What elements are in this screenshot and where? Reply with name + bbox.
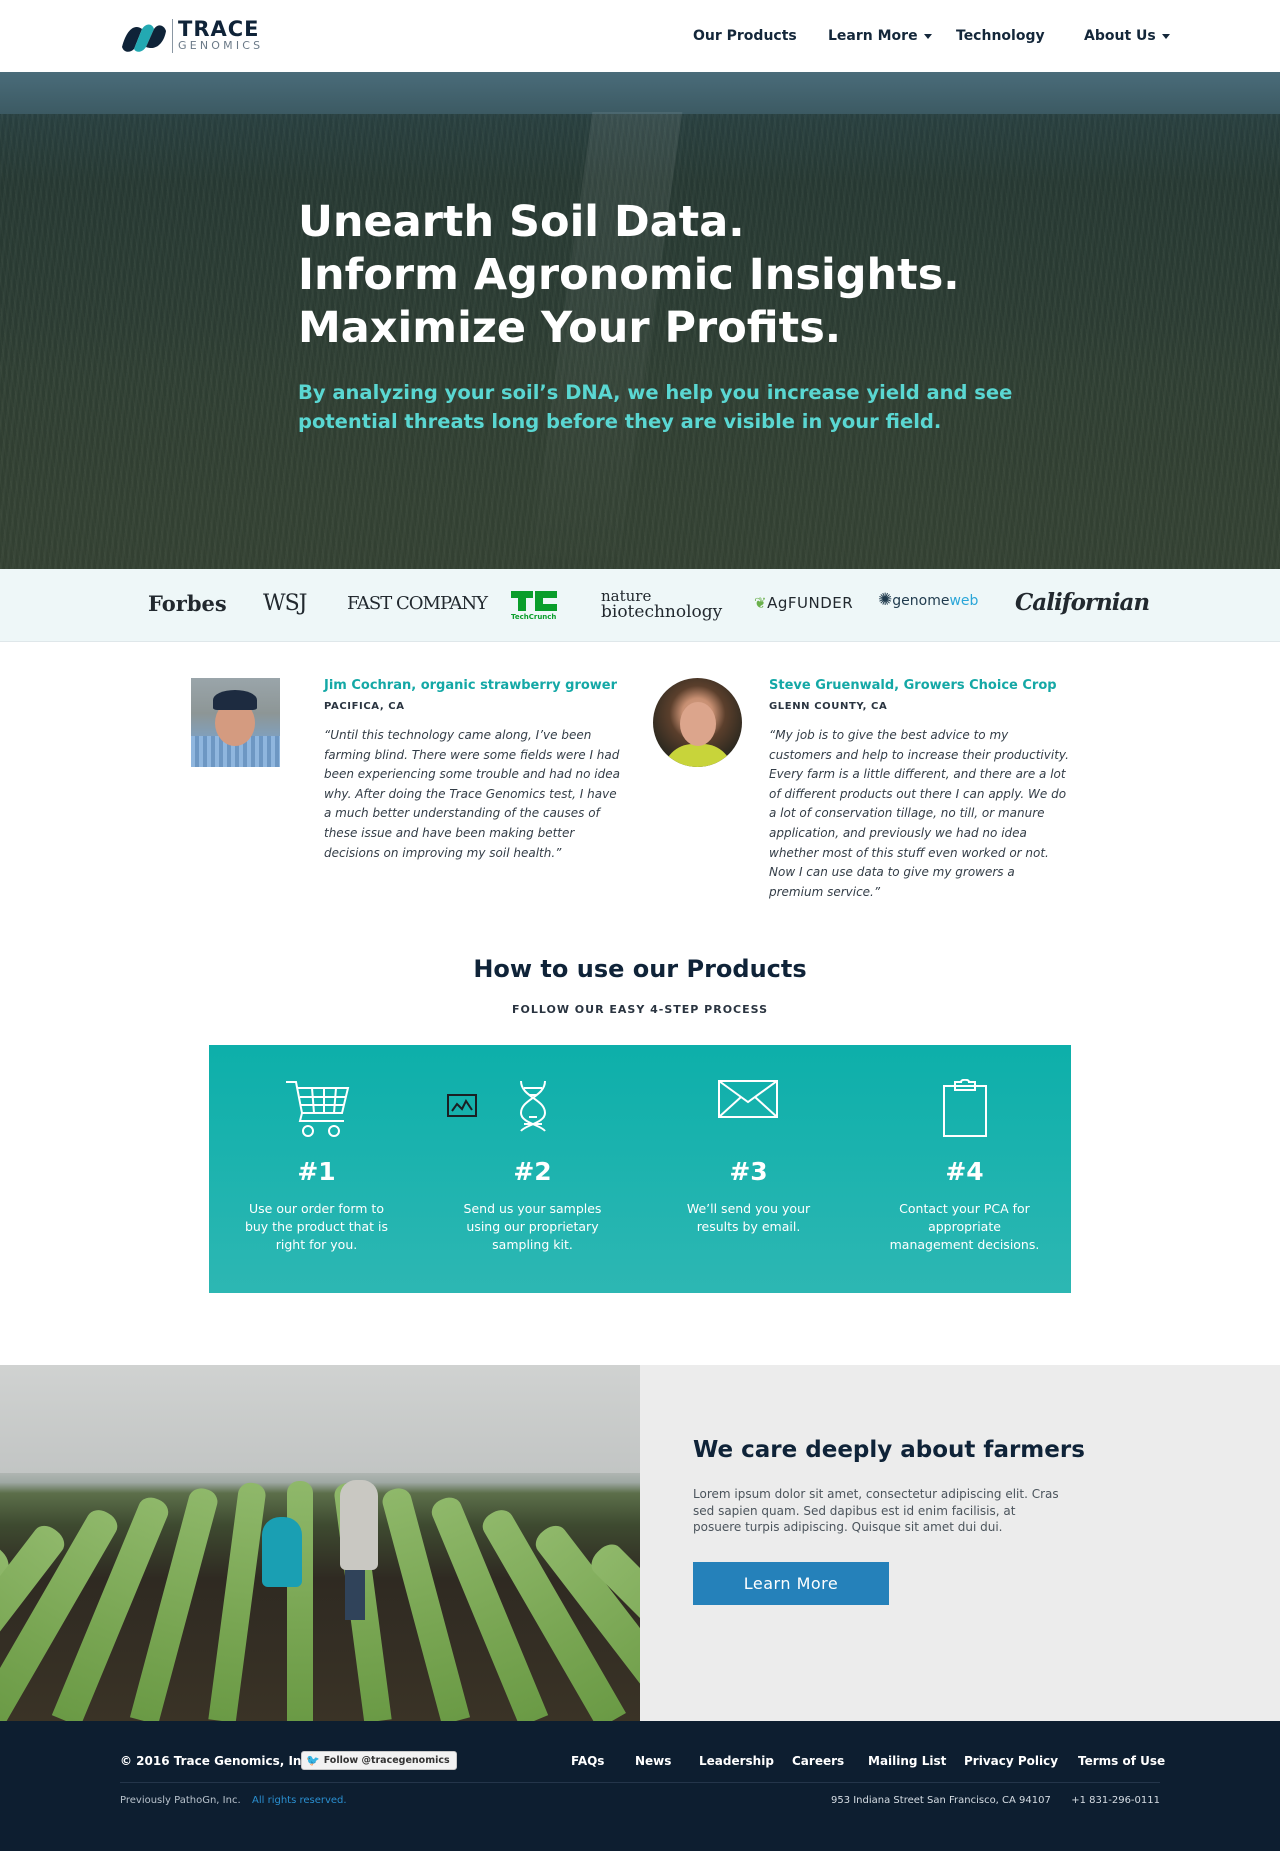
lettuce-row [208, 1481, 267, 1721]
footer-phone: +1 831-296-0111 [1071, 1795, 1160, 1806]
nav-label: Our Products [693, 28, 797, 44]
wsj-logo: WSJ [263, 591, 308, 616]
step-number: #3 [729, 1157, 768, 1186]
footer-link-mailing-list[interactable]: Mailing List [868, 1754, 946, 1768]
step-3: #3 We’ll send you your results by email. [641, 1045, 856, 1293]
nav-label: Learn More [828, 28, 918, 44]
hero-headline-line-1: Unearth Soil Data. [298, 197, 745, 247]
step-text: Use our order form to buy the product th… [244, 1201, 389, 1252]
genomeweb-word-2: web [949, 593, 979, 609]
hero-headline-line-2: Inform Agronomic Insights. [298, 250, 960, 300]
farmer-standing [340, 1480, 378, 1570]
hero-subheadline: By analyzing your soil’s DNA, we help yo… [298, 381, 1013, 433]
footer-link-news[interactable]: News [635, 1754, 671, 1768]
nav-our-products[interactable]: Our Products [693, 28, 797, 44]
footer-address: 953 Indiana Street San Francisco, CA 941… [830, 1795, 1051, 1806]
footer-previously: Previously PathoGn, Inc. [120, 1795, 241, 1806]
lettuce-row [287, 1481, 313, 1721]
farmer-kneeling [262, 1517, 302, 1587]
hero-headline: Unearth Soil Data. Inform Agronomic Insi… [298, 196, 1058, 355]
step-2: #2 Send us your samples using our propri… [425, 1045, 640, 1293]
avatar-jim-cochran [191, 678, 280, 767]
techcrunch-logo: TechCrunch [511, 591, 557, 621]
logo-wordmark: TRACE GENOMICS [172, 19, 263, 53]
twitter-follow-label: Follow @tracegenomics [323, 1755, 450, 1766]
step-number: #1 [297, 1157, 336, 1186]
logo-mark-icon [122, 24, 166, 52]
step-text: Send us your samples using our proprieta… [463, 1201, 602, 1252]
envelope-icon [718, 1080, 778, 1118]
hero-section: Unearth Soil Data. Inform Agronomic Insi… [0, 72, 1280, 569]
testimonial-quote: “Until this technology came along, I’ve … [324, 728, 620, 860]
testimonial-name: Steve Gruenwald, Growers Choice Crop [769, 678, 1057, 693]
hero-headline-line-3: Maximize Your Profits. [298, 303, 842, 353]
footer-link-privacy-policy[interactable]: Privacy Policy [964, 1754, 1058, 1768]
twitter-follow-button[interactable]: 🐦 Follow @tracegenomics [301, 1751, 457, 1770]
testimonial-location: PACIFICA, CA [324, 701, 405, 712]
step-1: #1 Use our order form to buy the product… [209, 1045, 424, 1293]
testimonial-name: Jim Cochran, organic strawberry grower [324, 678, 618, 693]
step-text: Contact your PCA for appropriate managem… [889, 1201, 1040, 1252]
steps-panel: #1 Use our order form to buy the product… [209, 1045, 1071, 1293]
footer-link-terms-of-use[interactable]: Terms of Use [1078, 1754, 1165, 1768]
biotechnology-word: biotechnology [601, 602, 723, 622]
step-text: We’ll send you your results by email. [686, 1201, 811, 1234]
trace-genomics-logo[interactable]: TRACE GENOMICS [120, 17, 263, 55]
footer-link-leadership[interactable]: Leadership [699, 1754, 774, 1768]
press-logos-bar: Forbes WSJ FAST COMPANY TechCrunch natur… [0, 569, 1280, 642]
nav-about-us[interactable]: About Us [1084, 28, 1170, 44]
sample-kit-icon [447, 1094, 477, 1117]
nav-label: About Us [1084, 28, 1156, 44]
agfunder-word: AgFUNDER [767, 594, 854, 612]
site-footer: © 2016 Trace Genomics, Inc. 🐦 Follow @tra… [0, 1721, 1280, 1851]
step-number: #4 [945, 1157, 984, 1186]
caret-down-icon [923, 34, 932, 39]
how-to-use-title: How to use our Products [473, 955, 807, 983]
burst-icon: ✺ [878, 590, 893, 610]
forbes-logo: Forbes [148, 591, 227, 616]
avatar-steve-gruenwald [653, 678, 742, 767]
genomeweb-logo: ✺genomeweb [878, 590, 978, 610]
footer-rights: All rights reserved. [252, 1795, 347, 1806]
farmers-photo [0, 1365, 640, 1721]
testimonial-location: GLENN COUNTY, CA [769, 701, 888, 712]
clipboard-icon [943, 1079, 987, 1137]
farmers-panel: We care deeply about farmers Lorem ipsum… [640, 1365, 1280, 1721]
step-number: #2 [513, 1157, 552, 1186]
farmers-title: We care deeply about farmers [693, 1437, 1085, 1463]
learn-more-button[interactable]: Learn More [693, 1562, 889, 1605]
how-to-use-subtitle: FOLLOW OUR EASY 4-STEP PROCESS [511, 1003, 768, 1016]
agfunder-logo: ❦AgFUNDER [754, 594, 853, 612]
footer-contact: 953 Indiana Street San Francisco, CA 941… [831, 1795, 1160, 1806]
cart-icon [286, 1081, 350, 1137]
leaf-icon: ❦ [754, 594, 768, 612]
footer-link-careers[interactable]: Careers [792, 1754, 844, 1768]
californian-logo: Californian [1015, 589, 1150, 616]
nav-label: Technology [956, 28, 1045, 44]
logo-word-genomics: GENOMICS [178, 39, 264, 52]
nature-biotechnology-logo: nature biotechnology [601, 588, 723, 622]
footer-link-faqs[interactable]: FAQs [571, 1754, 604, 1768]
footer-divider [120, 1782, 1160, 1783]
site-header: TRACE GENOMICS Our Products Learn More T… [0, 0, 1280, 72]
testimonial-quote: “My job is to give the best advice to my… [769, 728, 1069, 899]
footer-copyright: © 2016 Trace Genomics, Inc. [120, 1754, 314, 1768]
photo-sky [0, 1365, 640, 1473]
step-4: #4 Contact your PCA for appropriate mana… [857, 1045, 1072, 1293]
fast-company-logo: FAST COMPANY [347, 593, 488, 614]
nav-technology[interactable]: Technology [956, 28, 1045, 44]
hero-sky [0, 72, 1280, 114]
caret-down-icon [1161, 34, 1170, 39]
genomeweb-word-1: genome [892, 593, 950, 609]
techcrunch-mark-icon [511, 591, 557, 611]
farmers-body: Lorem ipsum dolor sit amet, consectetur … [693, 1487, 1059, 1534]
dna-icon [519, 1080, 547, 1132]
twitter-bird-icon: 🐦 [306, 1754, 320, 1767]
nav-learn-more[interactable]: Learn More [828, 28, 932, 44]
techcrunch-label: TechCrunch [511, 613, 557, 621]
logo-word-trace: TRACE [178, 17, 260, 41]
